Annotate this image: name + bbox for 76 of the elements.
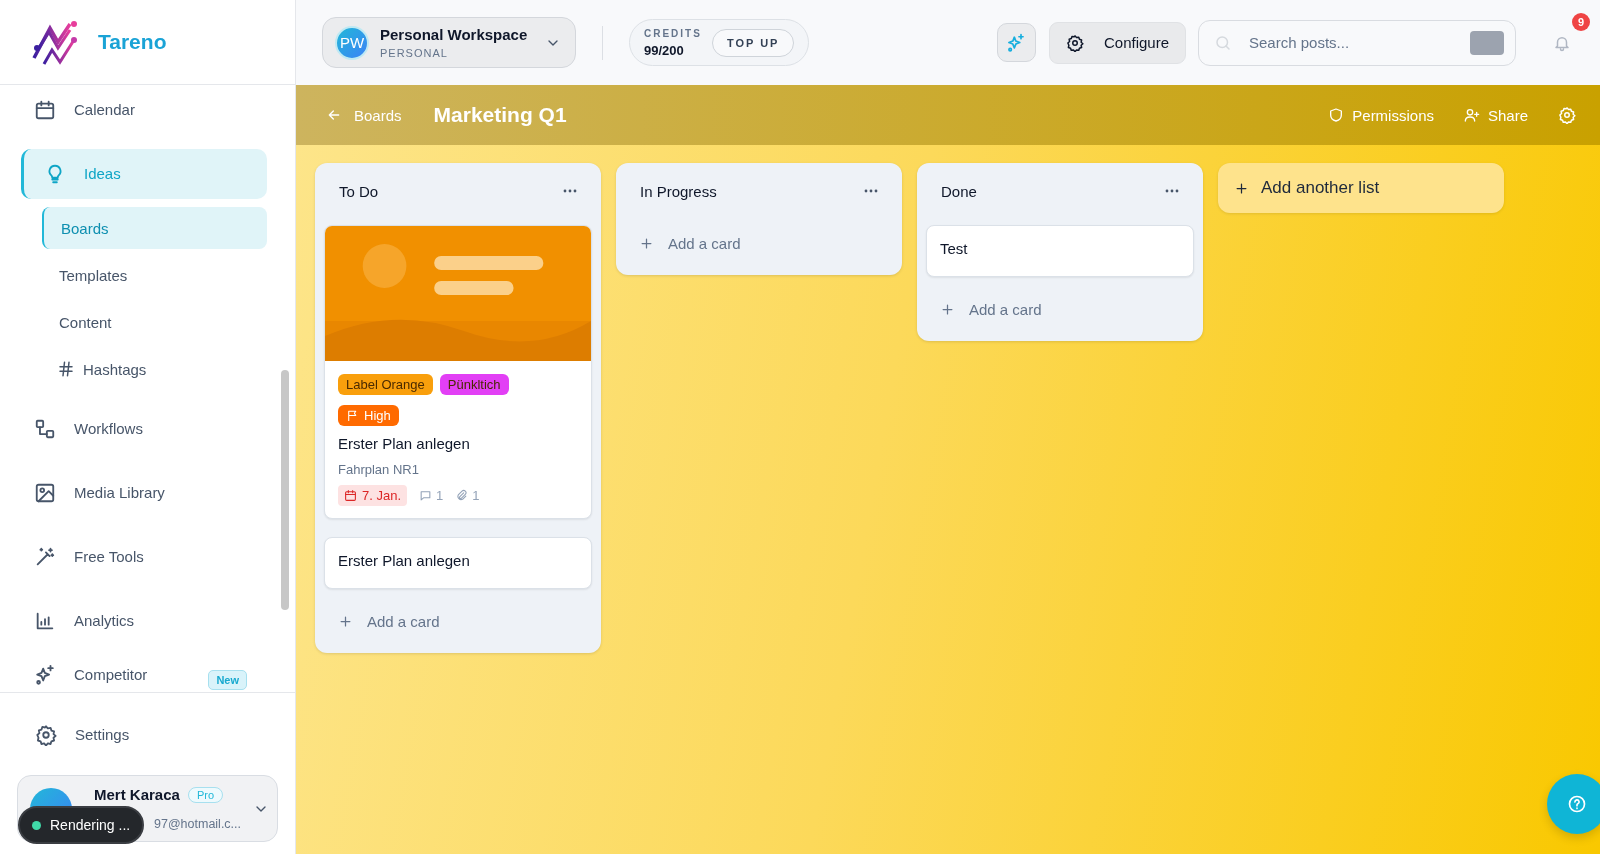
nav-item[interactable]: Media Library	[21, 468, 267, 518]
workspace-name: Personal Workspace	[380, 26, 529, 43]
workspace-avatar: PW	[335, 25, 369, 60]
shortcut-key-icon	[1470, 30, 1504, 55]
calendar-icon	[344, 489, 357, 502]
credits-value: 99/200	[644, 42, 685, 58]
notification-badge: 9	[1572, 12, 1590, 31]
plus-icon	[639, 235, 654, 251]
task-card[interactable]: Erster Plan anlegen	[324, 537, 592, 589]
sub-nav-item[interactable]: Hashtags	[42, 348, 267, 390]
list-title: To Do	[339, 182, 379, 200]
workspace-type: PERSONAL	[380, 47, 449, 59]
status-dot	[32, 820, 41, 830]
nav-item[interactable]: Free Tools	[21, 532, 267, 582]
comment-count: 1	[419, 488, 444, 503]
sparkles-icon	[34, 664, 56, 686]
add-card-button[interactable]: Add a card	[625, 219, 893, 267]
sub-nav-item[interactable]: Content	[42, 301, 267, 343]
ai-button[interactable]	[996, 23, 1036, 62]
comment-icon	[419, 489, 433, 502]
plan-badge: Pro	[187, 786, 223, 803]
help-button[interactable]	[1547, 774, 1600, 834]
plus-icon	[1234, 180, 1249, 196]
sparkles-icon	[1006, 32, 1027, 53]
add-card-button[interactable]: Add a card	[926, 285, 1194, 333]
calendar-icon	[34, 99, 56, 121]
board-title: Marketing Q1	[433, 103, 567, 127]
settings-icon	[1065, 33, 1084, 52]
arrow-left-icon	[326, 107, 342, 123]
settings-item[interactable]: Settings	[17, 713, 278, 757]
add-card-button[interactable]: Add a card	[324, 597, 592, 645]
search-field[interactable]: Search posts...	[1198, 19, 1516, 66]
list-title: In Progress	[640, 182, 717, 200]
brand-name: Tareno	[98, 30, 167, 54]
toast-text: Rendering ...	[50, 817, 131, 833]
nav-item[interactable]: Competitor New	[21, 660, 267, 692]
image-icon	[34, 482, 56, 504]
due-date: 7. Jan.	[338, 485, 408, 506]
attachment-count: 1	[455, 488, 480, 503]
user-plus-icon	[1463, 107, 1480, 123]
plus-icon	[338, 613, 353, 629]
shield-icon	[1328, 107, 1345, 123]
task-card[interactable]: Test	[926, 225, 1194, 277]
card-title: Erster Plan anlegen	[338, 435, 471, 452]
priority-tag: High	[338, 405, 399, 426]
help-icon	[1567, 794, 1587, 814]
credits-label: CREDITS	[644, 27, 702, 39]
card-title: Erster Plan anlegen	[338, 552, 470, 569]
add-list-button[interactable]: Add another list	[1218, 163, 1504, 213]
card-description: Fahrplan NR1	[338, 462, 420, 477]
card-label: Label Orange	[338, 374, 433, 395]
hash-icon	[57, 360, 75, 378]
user-name: Mert Karaca	[94, 786, 180, 803]
top-up-button[interactable]: TOP UP	[711, 28, 795, 57]
settings-icon	[1558, 106, 1576, 124]
scrollbar[interactable]	[281, 370, 289, 610]
search-icon	[1214, 33, 1232, 52]
card-title: Test	[940, 240, 968, 257]
card-label: Pünkltich	[439, 374, 509, 395]
settings-icon	[35, 724, 57, 746]
nav-item[interactable]: Workflows	[21, 404, 267, 454]
flag-icon	[346, 409, 359, 422]
magic-wand-icon	[34, 546, 56, 568]
new-badge: New	[208, 670, 247, 690]
bar-chart-icon	[34, 610, 56, 632]
paperclip-icon	[455, 489, 469, 502]
user-email: 97@hotmail.c...	[154, 817, 242, 831]
task-card[interactable]: Label Orange Pünkltich High Erster Plan anlegen Fahrplan NR1 7. Jan. 1 1	[324, 225, 592, 519]
nav-item[interactable]: Analytics	[21, 596, 267, 646]
workflow-icon	[34, 418, 56, 440]
sub-nav-item[interactable]: Templates	[42, 254, 267, 296]
workspace-switcher[interactable]: PW Personal Workspace PERSONAL	[322, 17, 576, 68]
configure-button[interactable]: Configure	[1048, 21, 1186, 64]
plus-icon	[940, 301, 955, 317]
nav-item[interactable]: Calendar	[21, 85, 267, 135]
list-title: Done	[941, 182, 977, 200]
